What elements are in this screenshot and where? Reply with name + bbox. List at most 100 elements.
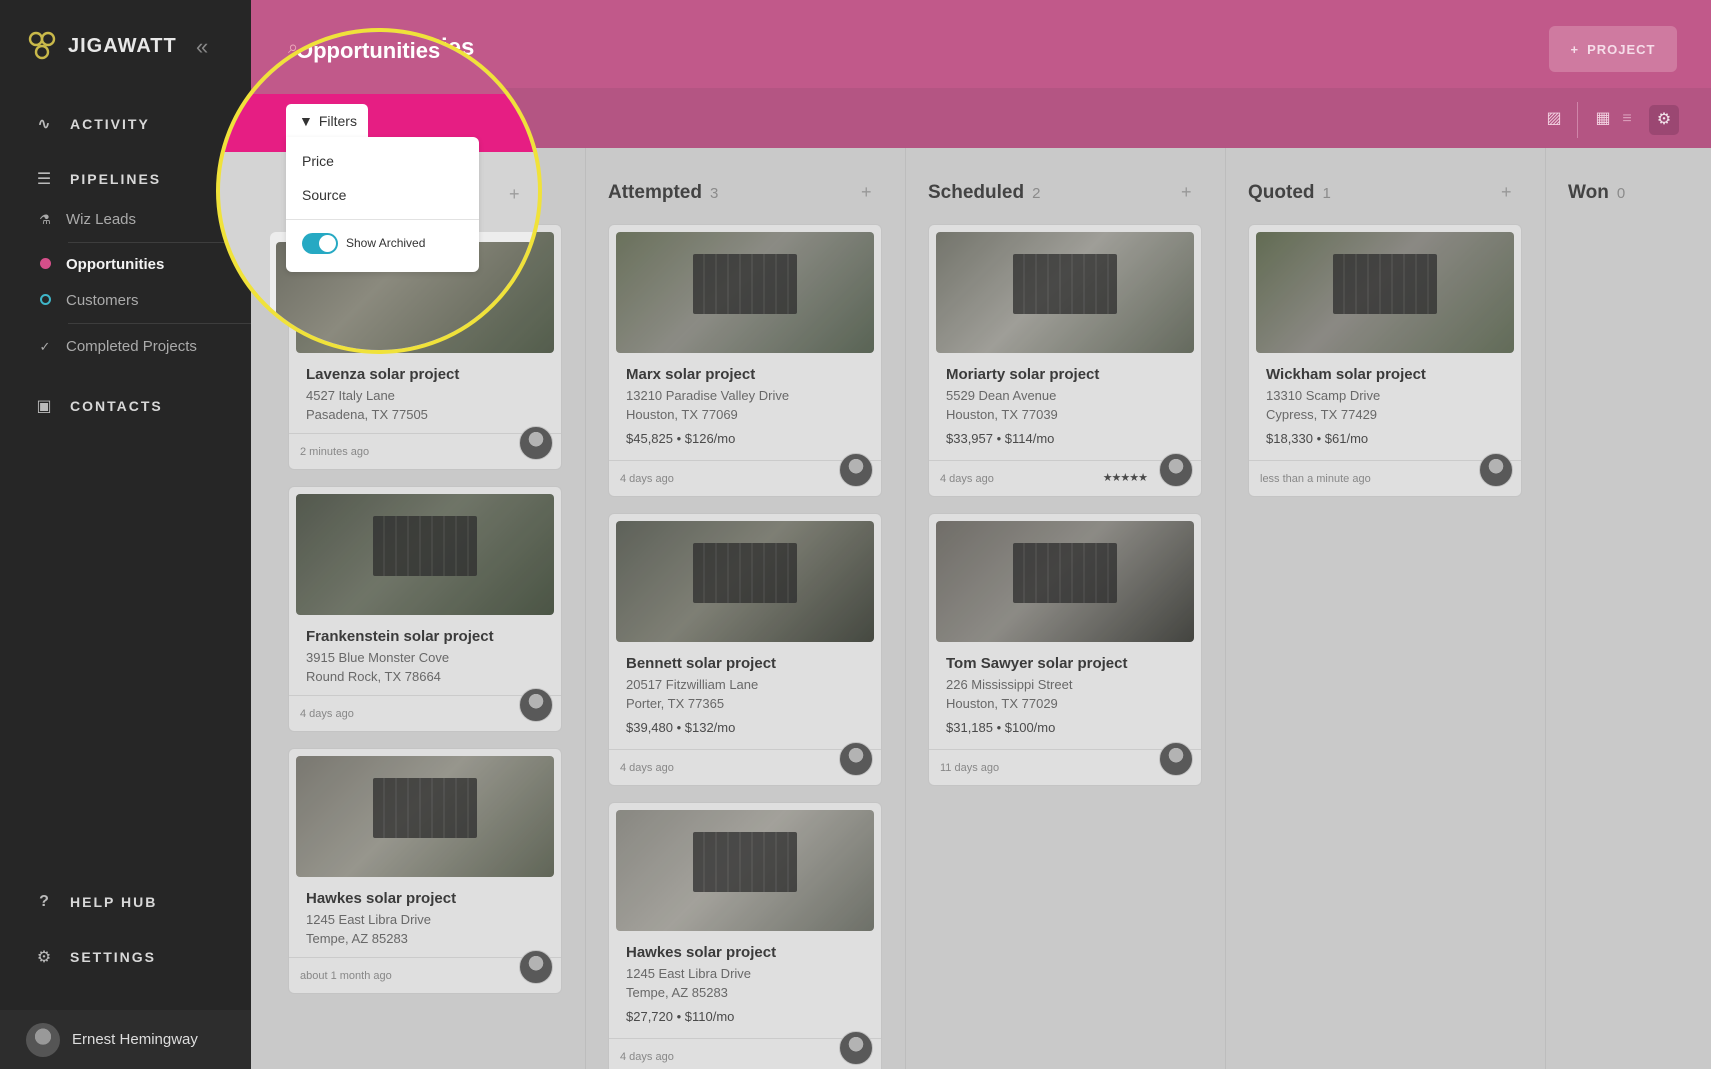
avatar[interactable] bbox=[519, 426, 553, 460]
card-title: Lavenza solar project bbox=[306, 366, 460, 383]
avatar[interactable] bbox=[839, 742, 873, 776]
nav-pipelines[interactable]: ☰ PIPELINES bbox=[36, 169, 161, 189]
avatar bbox=[26, 1022, 60, 1057]
card-title: Marx solar project bbox=[626, 366, 756, 383]
gear-icon: ⚙ bbox=[36, 949, 54, 966]
card-address-line2: Houston, TX 77069 bbox=[626, 407, 738, 422]
add-project-button[interactable]: + PROJECT bbox=[1549, 26, 1677, 72]
add-card-icon[interactable]: + bbox=[861, 182, 872, 203]
add-card-icon[interactable]: + bbox=[1501, 182, 1512, 203]
column-header: Attempted 3 bbox=[608, 182, 718, 204]
filter-menu: Price Source Show Archived bbox=[286, 137, 479, 272]
column-header: Won 0 bbox=[1568, 182, 1625, 204]
solar-panels bbox=[1333, 253, 1437, 315]
avatar[interactable] bbox=[1159, 742, 1193, 776]
solar-panels bbox=[693, 253, 797, 315]
card-price: $18,330 • $61/mo bbox=[1266, 431, 1369, 446]
card-address-line2: Houston, TX 77039 bbox=[946, 407, 1058, 422]
check-icon: ✓ bbox=[39, 338, 51, 354]
avatar[interactable] bbox=[519, 950, 553, 984]
opportunities-dot-icon bbox=[39, 258, 51, 269]
card-timestamp: 4 days ago bbox=[300, 708, 354, 720]
card-address-line2: Porter, TX 77365 bbox=[626, 696, 725, 711]
opportunity-card[interactable]: Tom Sawyer solar project 226 Mississippi … bbox=[928, 513, 1202, 786]
card-address-line2: Round Rock, TX 78664 bbox=[306, 669, 441, 684]
solar-panels bbox=[693, 831, 797, 893]
card-footer: 11 days ago bbox=[929, 742, 1201, 785]
opportunity-card[interactable]: Frankenstein solar project 3915 Blue Mons… bbox=[288, 486, 562, 732]
card-address-line1: 226 Mississippi Street bbox=[946, 677, 1073, 692]
opportunity-card[interactable]: Hawkes solar project 1245 East Libra Driv… bbox=[288, 748, 562, 994]
opportunity-card[interactable]: Marx solar project 13210 Paradise Valley … bbox=[608, 224, 882, 497]
card-timestamp: about 1 month ago bbox=[300, 970, 392, 982]
column-divider bbox=[1545, 148, 1546, 1069]
sidebar-item-label: Customers bbox=[66, 292, 139, 309]
card-price: $27,720 • $110/mo bbox=[626, 1009, 735, 1024]
card-timestamp: 4 days ago bbox=[620, 762, 674, 774]
card-title: Tom Sawyer solar project bbox=[946, 655, 1128, 672]
avatar[interactable] bbox=[519, 688, 553, 722]
roof-image bbox=[296, 756, 554, 877]
column-name: Quoted bbox=[1248, 182, 1315, 203]
wizard-icon: ⚗ bbox=[39, 211, 51, 227]
card-footer: 4 days ago bbox=[609, 742, 881, 785]
show-archived-toggle[interactable] bbox=[302, 233, 338, 254]
filters-button[interactable]: ▼ Filters bbox=[286, 104, 368, 138]
nav-settings[interactable]: ⚙ SETTINGS bbox=[36, 947, 156, 967]
collapse-sidebar-icon[interactable]: « bbox=[196, 36, 208, 58]
column-header: Scheduled 2 bbox=[928, 182, 1040, 204]
card-address-line1: 3915 Blue Monster Cove bbox=[306, 650, 450, 665]
user-profile[interactable]: Ernest Hemingway bbox=[0, 1010, 251, 1069]
avatar[interactable] bbox=[839, 1031, 873, 1065]
avatar[interactable] bbox=[1479, 453, 1513, 487]
card-address-line1: 5529 Dean Avenue bbox=[946, 388, 1057, 403]
activity-icon: ∿ bbox=[37, 116, 53, 133]
add-card-icon[interactable]: + bbox=[509, 184, 520, 205]
sidebar-item-wiz-leads[interactable]: ⚗ Wiz Leads bbox=[38, 211, 136, 228]
filter-source[interactable]: Source bbox=[302, 187, 346, 203]
jigawatt-logo-icon bbox=[28, 31, 56, 60]
grid-view-icon[interactable]: ▦ bbox=[1592, 108, 1614, 130]
avatar[interactable] bbox=[839, 453, 873, 487]
image-view-icon[interactable]: ▨ bbox=[1543, 108, 1565, 130]
roof-image bbox=[1256, 232, 1514, 353]
column-count: 0 bbox=[1616, 185, 1626, 202]
nav-help-label: HELP HUB bbox=[70, 894, 158, 910]
opportunity-card[interactable]: Wickham solar project 13310 Scamp Drive Cy… bbox=[1248, 224, 1522, 497]
nav-settings-label: SETTINGS bbox=[70, 949, 157, 965]
card-address-line2: Pasadena, TX 77505 bbox=[306, 407, 428, 422]
sidebar-item-opportunities[interactable]: Opportunities bbox=[38, 256, 164, 273]
sidebar-item-label: Wiz Leads bbox=[66, 211, 137, 228]
add-project-label: PROJECT bbox=[1587, 41, 1656, 57]
column-divider bbox=[585, 148, 586, 1069]
card-footer: 4 days ago bbox=[289, 688, 561, 731]
card-address-line1: 13310 Scamp Drive bbox=[1266, 388, 1381, 403]
search-icon[interactable]: ⌕ bbox=[268, 40, 278, 61]
card-timestamp: 4 days ago bbox=[620, 1051, 674, 1063]
card-price: $31,185 • $100/mo bbox=[946, 720, 1056, 735]
card-address-line2: Cypress, TX 77429 bbox=[1266, 407, 1378, 422]
sidebar-item-completed-projects[interactable]: ✓ Completed Projects bbox=[38, 338, 197, 355]
opportunity-card[interactable]: Hawkes solar project 1245 East Libra Driv… bbox=[608, 802, 882, 1069]
add-card-icon[interactable]: + bbox=[1181, 182, 1192, 203]
card-address-line1: 4527 Italy Lane bbox=[306, 388, 395, 403]
opportunity-card[interactable]: Bennett solar project 20517 Fitzwilliam L… bbox=[608, 513, 882, 786]
board-settings-icon[interactable]: ⚙ bbox=[1649, 105, 1679, 135]
help-icon: ? bbox=[39, 893, 51, 910]
app-logo[interactable]: JIGAWATT bbox=[26, 30, 177, 62]
card-address-line1: 1245 East Libra Drive bbox=[626, 966, 752, 981]
nav-activity[interactable]: ∿ ACTIVITY bbox=[36, 114, 150, 134]
nav-activity-label: ACTIVITY bbox=[70, 116, 150, 132]
nav-contacts[interactable]: ▣ CONTACTS bbox=[36, 396, 163, 416]
solar-panels bbox=[373, 515, 477, 577]
avatar[interactable] bbox=[1159, 453, 1193, 487]
divider bbox=[68, 323, 251, 324]
card-timestamp: 2 minutes ago bbox=[300, 446, 370, 458]
filters-label: Filters bbox=[318, 113, 357, 129]
list-view-icon[interactable]: ≡ bbox=[1616, 108, 1638, 130]
opportunity-card[interactable]: Moriarty solar project 5529 Dean Avenue Ho… bbox=[928, 224, 1202, 497]
card-address-line1: 1245 East Libra Drive bbox=[306, 912, 432, 927]
sidebar-item-customers[interactable]: Customers bbox=[38, 292, 139, 309]
nav-help-hub[interactable]: ? HELP HUB bbox=[36, 893, 157, 911]
filter-price[interactable]: Price bbox=[302, 153, 334, 169]
